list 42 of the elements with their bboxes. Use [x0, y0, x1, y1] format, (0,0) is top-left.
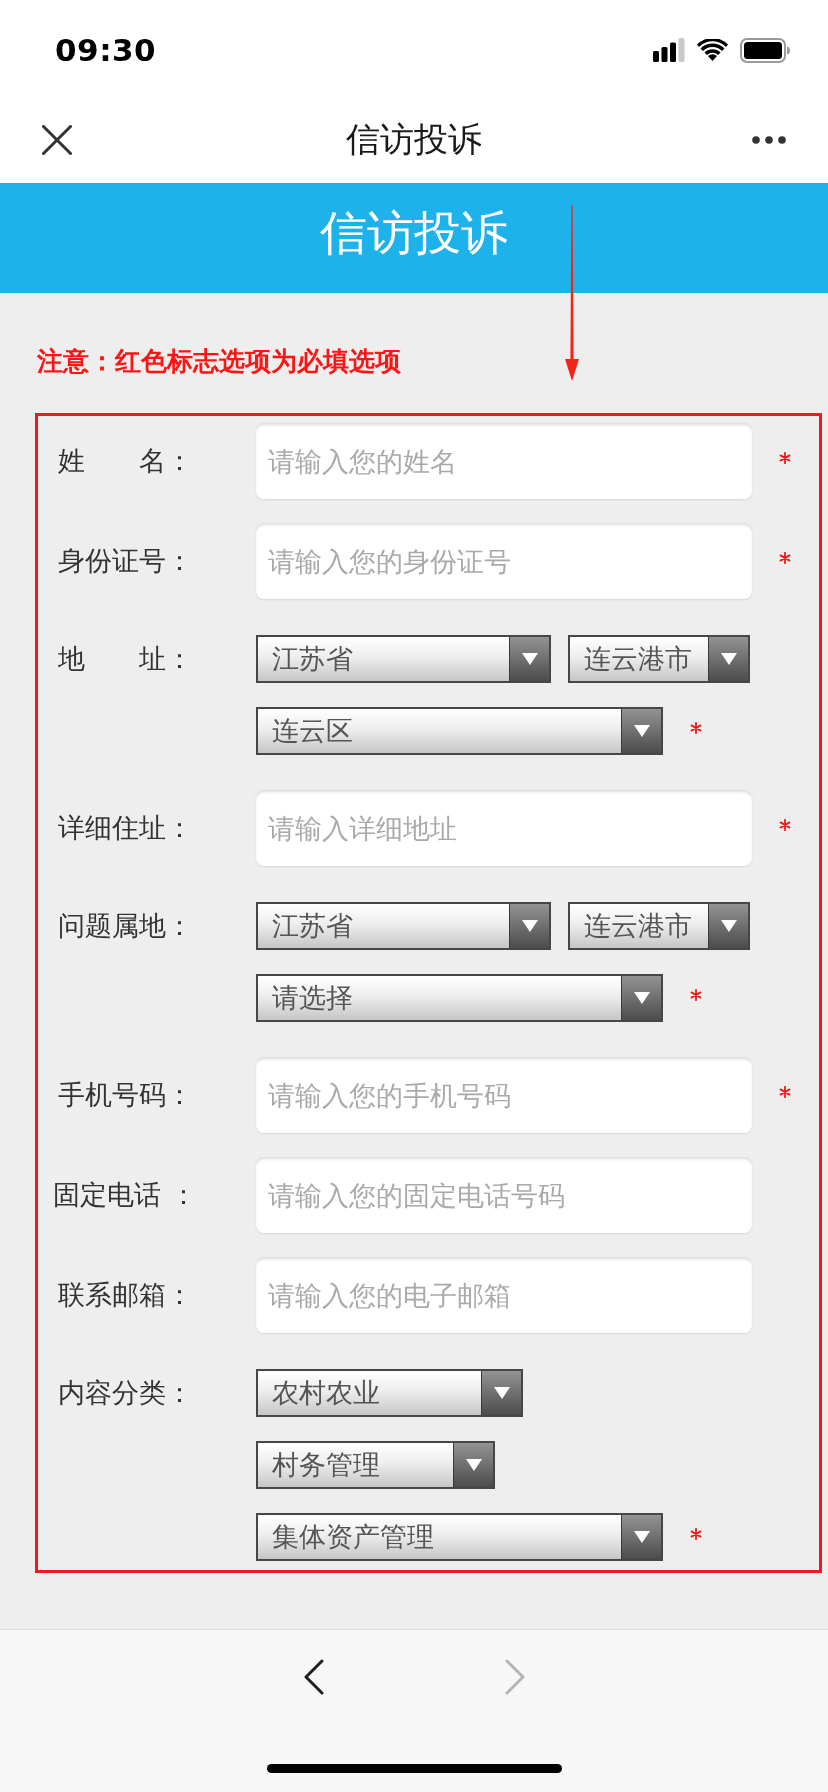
caret-icon [621, 1515, 661, 1559]
field-label: 固定电话 ： [52, 1178, 198, 1212]
signal-icon [653, 38, 685, 62]
caret-icon [621, 709, 661, 753]
nav-title: 信访投诉 [346, 117, 482, 161]
input-field[interactable]: 请输入您的姓名 [256, 423, 752, 499]
field-label: 问题属地： [56, 909, 194, 943]
dropdown[interactable]: 集体资产管理 [256, 1513, 663, 1561]
dropdown[interactable]: 请选择 [256, 974, 663, 1022]
wifi-icon [697, 39, 728, 61]
input-field[interactable]: 请输入您的固定电话号码 [256, 1157, 752, 1233]
field-label: 联系邮箱： [56, 1278, 194, 1312]
dropdown[interactable]: 农村农业 [256, 1369, 523, 1417]
required-notice: 注意：红色标志选项为必填选项 [37, 345, 401, 377]
dropdown[interactable]: 连云港市 [568, 635, 750, 683]
field-label: 内容分类： [56, 1376, 194, 1410]
input-field[interactable]: 请输入详细地址 [256, 790, 752, 866]
close-icon [42, 124, 72, 155]
caret-icon [621, 976, 661, 1020]
dropdown[interactable]: 连云区 [256, 707, 663, 755]
banner-title: 信访投诉 [320, 203, 508, 262]
field-label: 身份证号： [56, 544, 194, 578]
field-label: 详细住址： [56, 811, 194, 845]
dropdown[interactable]: 连云港市 [568, 902, 750, 950]
caret-icon [509, 904, 549, 948]
caret-icon [481, 1371, 521, 1415]
dropdown[interactable]: 江苏省 [256, 902, 551, 950]
field-label: 手机号码： [56, 1078, 194, 1112]
field-label: 姓 名： [56, 444, 194, 478]
input-field[interactable]: 请输入您的电子邮箱 [256, 1257, 752, 1333]
dropdown[interactable]: 江苏省 [256, 635, 551, 683]
input-field[interactable]: 请输入您的手机号码 [256, 1057, 752, 1133]
status-time: 09:30 [55, 32, 157, 68]
input-field[interactable]: 请输入您的身份证号 [256, 523, 752, 599]
caret-icon [708, 637, 748, 681]
caret-icon [708, 904, 748, 948]
more-icon [752, 135, 786, 144]
dropdown[interactable]: 村务管理 [256, 1441, 495, 1489]
battery-icon [740, 37, 790, 63]
caret-icon [453, 1443, 493, 1487]
field-label: 地 址： [56, 642, 194, 676]
caret-icon [509, 637, 549, 681]
